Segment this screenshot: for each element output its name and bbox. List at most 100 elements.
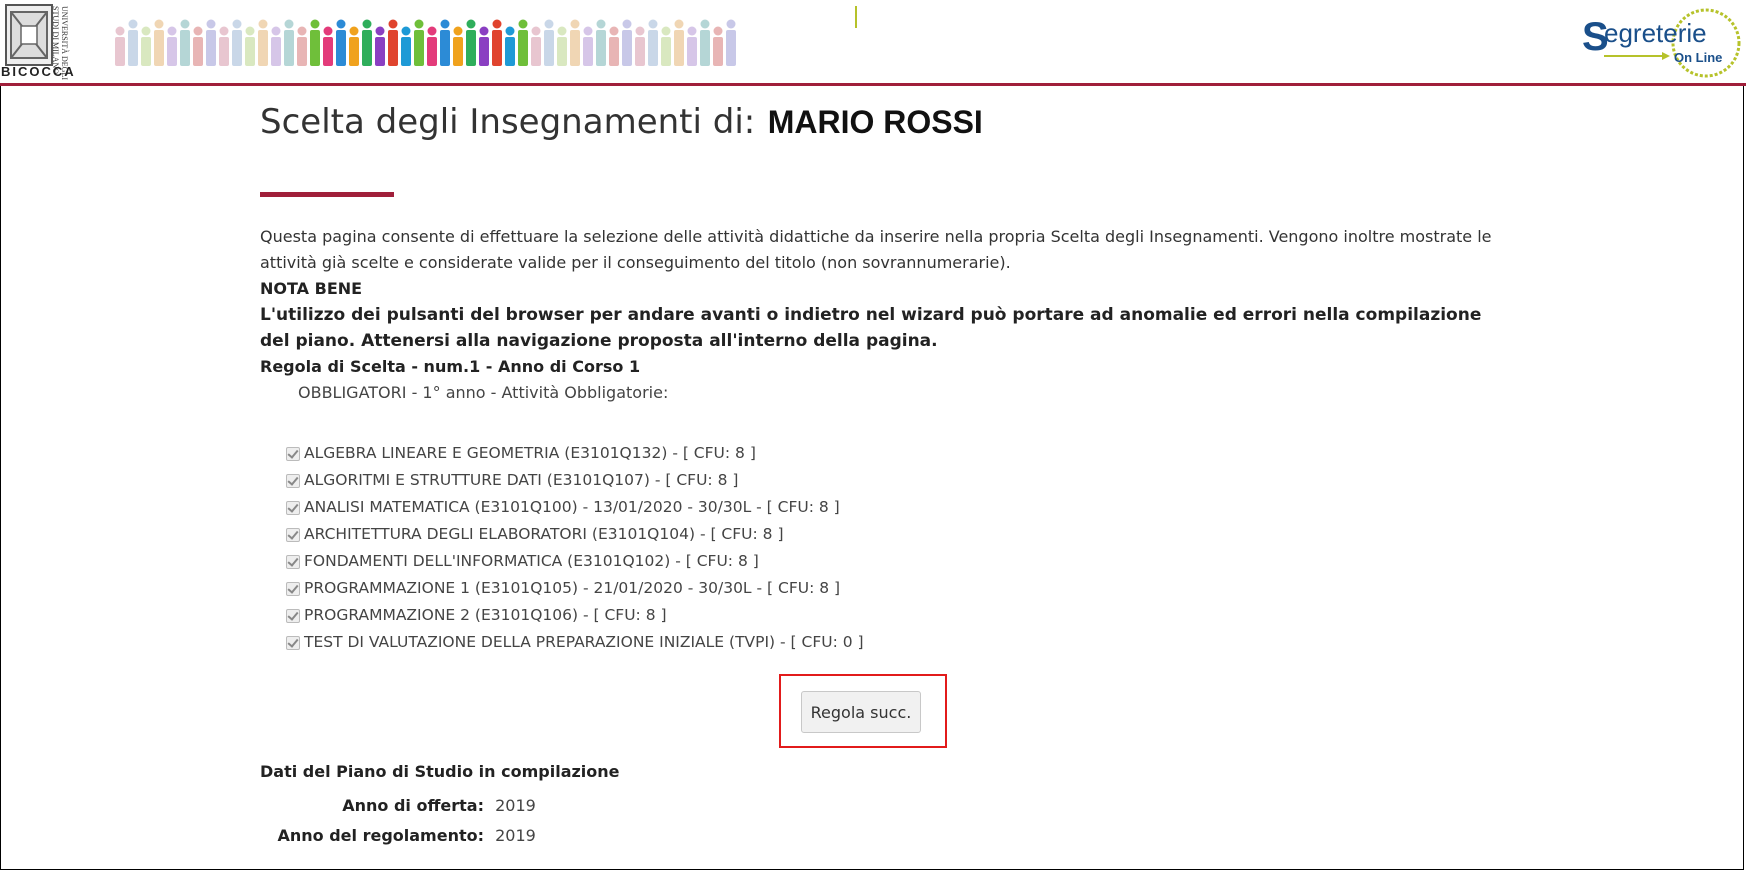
crowd-figure — [648, 19, 658, 66]
crowd-figure — [466, 19, 476, 66]
regulation-year-label: Anno del regolamento: — [277, 826, 484, 845]
regulation-year-value: 2019 — [495, 826, 536, 845]
course-checkbox[interactable] — [286, 500, 300, 515]
crowd-figure — [310, 19, 320, 66]
crowd-figure — [505, 26, 515, 66]
course-item: TEST DI VALUTAZIONE DELLA PREPARAZIONE I… — [286, 629, 864, 656]
segreterie-online-logo-icon[interactable]: S egreterie On Line — [1574, 4, 1744, 82]
crowd-figure — [349, 26, 359, 66]
crowd-figure — [440, 19, 450, 66]
student-name: MARIO ROSSI — [767, 104, 983, 140]
crowd-figure — [128, 19, 138, 66]
course-label: PROGRAMMAZIONE 1 (E3101Q105) - 21/01/202… — [304, 579, 841, 597]
course-checkbox[interactable] — [286, 527, 300, 542]
crowd-figure — [570, 19, 580, 66]
crowd-figure — [687, 26, 697, 66]
crowd-figure — [518, 19, 528, 66]
crowd-figure — [479, 26, 489, 66]
course-checkbox[interactable] — [286, 608, 300, 623]
info-block: Questa pagina consente di effettuare la … — [260, 224, 1500, 406]
crowd-figure — [232, 19, 242, 66]
crowd-figure — [336, 19, 346, 66]
crowd-illustration-icon — [110, 10, 740, 66]
online-logo-text: On Line — [1674, 50, 1722, 65]
crowd-figure — [180, 19, 190, 66]
crowd-figure — [245, 26, 255, 66]
crowd-figure — [401, 26, 411, 66]
rule-subtitle: OBBLIGATORI - 1° anno - Attività Obbliga… — [298, 383, 669, 402]
crowd-figure — [141, 26, 151, 66]
course-label: ALGEBRA LINEARE E GEOMETRIA (E3101Q132) … — [304, 444, 756, 462]
crowd-figure — [271, 26, 281, 66]
course-checkbox[interactable] — [286, 635, 300, 650]
next-rule-highlight: Regola succ. — [779, 674, 947, 748]
crowd-figure — [583, 26, 593, 66]
plan-data-row: Anno di offerta: 2019 — [260, 791, 620, 821]
crowd-figure — [700, 19, 710, 66]
course-label: ANALISI MATEMATICA (E3101Q100) - 13/01/2… — [304, 498, 840, 516]
crowd-figure — [726, 19, 736, 66]
crowd-figure — [154, 19, 164, 66]
course-label: FONDAMENTI DELL'INFORMATICA (E3101Q102) … — [304, 552, 759, 570]
university-crest-icon — [5, 4, 53, 66]
page-description: Questa pagina consente di effettuare la … — [260, 227, 1492, 272]
course-item: ARCHITETTURA DEGLI ELABORATORI (E3101Q10… — [286, 521, 864, 548]
course-checkbox[interactable] — [286, 581, 300, 596]
university-logo[interactable]: UNIVERSITÀ DEGLI STUDI DI MILANO BICOCCA — [1, 2, 76, 82]
crowd-figure — [596, 19, 606, 66]
course-checkbox[interactable] — [286, 473, 300, 488]
crowd-figure — [206, 19, 216, 66]
course-label: ARCHITETTURA DEGLI ELABORATORI (E3101Q10… — [304, 525, 784, 543]
crowd-figure — [362, 19, 372, 66]
university-logo-name: BICOCCA — [1, 64, 76, 79]
crowd-figure — [544, 19, 554, 66]
header-bar: UNIVERSITÀ DEGLI STUDI DI MILANO BICOCCA… — [0, 0, 1746, 86]
course-item: ANALISI MATEMATICA (E3101Q100) - 13/01/2… — [286, 494, 864, 521]
segreterie-logo-text: egreterie — [1604, 18, 1707, 48]
crowd-figure — [661, 26, 671, 66]
course-checkbox[interactable] — [286, 554, 300, 569]
course-label: ALGORITMI E STRUTTURE DATI (E3101Q107) -… — [304, 471, 739, 489]
crowd-figure — [492, 19, 502, 66]
crowd-figure — [635, 26, 645, 66]
crowd-figure — [713, 26, 723, 66]
navigation-warning: L'utilizzo dei pulsanti del browser per … — [260, 305, 1482, 351]
next-rule-button[interactable]: Regola succ. — [801, 691, 921, 733]
course-checkbox[interactable] — [286, 446, 300, 461]
offer-year-label: Anno di offerta: — [342, 796, 484, 815]
nota-bene-label: NOTA BENE — [260, 279, 363, 298]
course-item: ALGORITMI E STRUTTURE DATI (E3101Q107) -… — [286, 467, 864, 494]
title-accent-bar — [260, 192, 394, 197]
crowd-figure — [609, 26, 619, 66]
crowd-figure — [453, 26, 463, 66]
crowd-figure — [427, 26, 437, 66]
course-item: FONDAMENTI DELL'INFORMATICA (E3101Q102) … — [286, 548, 864, 575]
crowd-figure — [297, 26, 307, 66]
plan-data-row: Anno del regolamento: 2019 — [260, 821, 620, 851]
crowd-figure — [531, 26, 541, 66]
crowd-figure — [219, 26, 229, 66]
crowd-figure — [557, 26, 567, 66]
crowd-figure — [193, 26, 203, 66]
course-label: PROGRAMMAZIONE 2 (E3101Q106) - [ CFU: 8 … — [304, 606, 667, 624]
course-item: PROGRAMMAZIONE 1 (E3101Q105) - 21/01/202… — [286, 575, 864, 602]
page-title: Scelta degli Insegnamenti di: — [260, 102, 756, 142]
crowd-figure — [284, 19, 294, 66]
crowd-figure — [323, 26, 333, 66]
crowd-figure — [167, 26, 177, 66]
crowd-figure — [258, 19, 268, 66]
page-title-row: Scelta degli Insegnamenti di: MARIO ROSS… — [260, 102, 983, 162]
course-item: PROGRAMMAZIONE 2 (E3101Q106) - [ CFU: 8 … — [286, 602, 864, 629]
offer-year-value: 2019 — [495, 796, 536, 815]
course-label: TEST DI VALUTAZIONE DELLA PREPARAZIONE I… — [304, 633, 864, 651]
crowd-figure — [115, 26, 125, 66]
crowd-figure — [674, 19, 684, 66]
rule-title: Regola di Scelta - num.1 - Anno di Corso… — [260, 357, 641, 376]
crowd-figure — [388, 19, 398, 66]
crowd-figure — [375, 26, 385, 66]
crowd-figure — [414, 19, 424, 66]
course-item: ALGEBRA LINEARE E GEOMETRIA (E3101Q132) … — [286, 440, 864, 467]
crowd-figure — [622, 19, 632, 66]
header-divider — [855, 6, 857, 28]
course-list: ALGEBRA LINEARE E GEOMETRIA (E3101Q132) … — [286, 440, 864, 656]
